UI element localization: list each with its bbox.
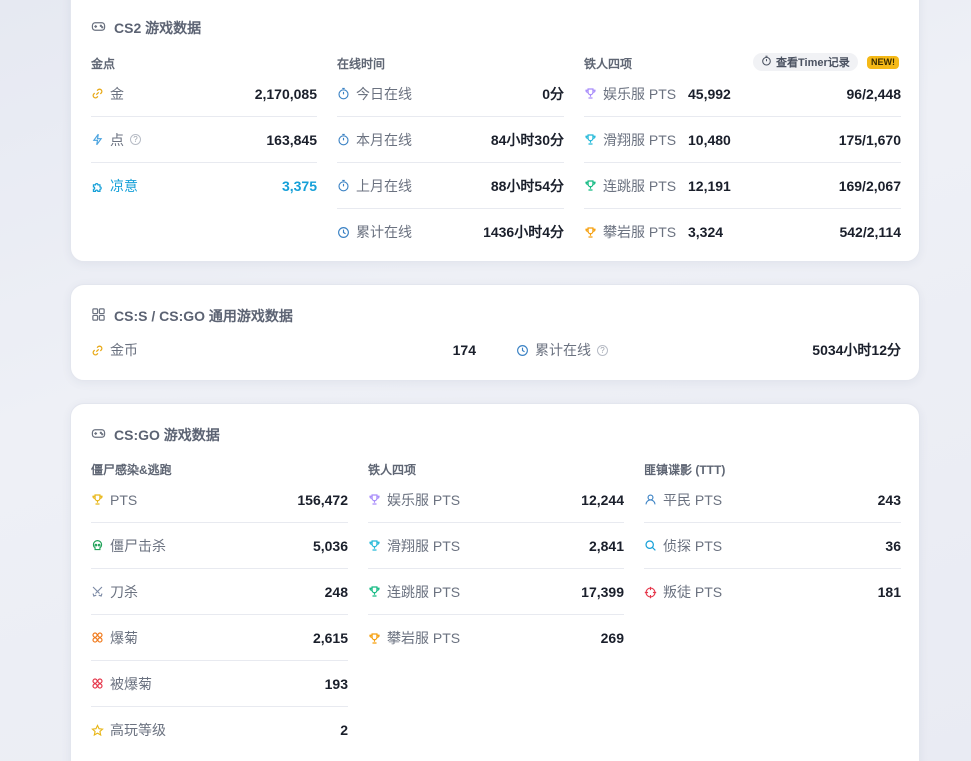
star-icon — [91, 723, 104, 737]
backstab-row: 爆菊 2,615 — [91, 615, 348, 661]
iron-row-bhop: 连跳服 PTS 12,191 169/2,067 — [584, 163, 901, 209]
csgo-stats-card: CS:GO 游戏数据 僵尸感染&逃跑 PTS 156,472 僵尸击杀 5,03… — [70, 403, 920, 761]
ttt-traitor-row: 叛徒 PTS 181 — [644, 569, 901, 615]
csgo-iron-row-climb: 攀岩服 PTS 269 — [368, 615, 624, 661]
csgo-iron-row-bhop: 连跳服 PTS 17,399 — [368, 569, 624, 615]
trophy-icon — [368, 493, 381, 506]
trophy-icon — [584, 179, 597, 192]
help-icon[interactable]: ? — [597, 344, 608, 356]
today-online-row: 今日在线 0分 — [337, 71, 564, 117]
iron-section-header: 铁人四项 — [584, 57, 633, 71]
trophy-icon — [91, 493, 104, 506]
stopwatch-icon — [337, 133, 350, 146]
crossed-swords-icon — [91, 585, 104, 598]
clock-icon — [516, 344, 529, 357]
backstabbed-row: 被爆菊 193 — [91, 661, 348, 707]
clock-icon — [337, 226, 350, 239]
crosshair-icon — [644, 586, 657, 599]
css-card-title: CS:S / CS:GO 通用游戏数据 — [91, 306, 293, 326]
trophy-icon — [368, 632, 381, 645]
csgo-card-title: CS:GO 游戏数据 — [91, 425, 220, 445]
skull-icon — [91, 539, 104, 552]
gold-section-header: 金点 — [91, 57, 116, 71]
online-section-header: 在线时间 — [337, 57, 386, 71]
gold-row: 金 2,170,085 — [91, 71, 317, 117]
help-icon[interactable]: ? — [130, 134, 141, 145]
cs2-stats-card: CS2 游戏数据 金点 金 2,170,085 点 ? 163,845 凉意 3… — [70, 0, 920, 262]
total-online-row: 累计在线 1436小时4分 — [337, 209, 564, 255]
lightning-icon — [91, 133, 104, 146]
grid-icon — [91, 307, 106, 325]
link-icon — [91, 344, 104, 357]
coins-row: 金币 174 — [91, 327, 476, 373]
search-icon — [644, 539, 657, 552]
css-csgo-common-card: CS:S / CS:GO 通用游戏数据 金币 174 累计在线 ? 5034小时… — [70, 284, 920, 381]
coolness-row: 凉意 3,375 — [91, 163, 317, 209]
puzzle-icon — [91, 180, 104, 193]
flower-icon — [91, 677, 104, 690]
ttt-civilian-row: 平民 PTS 243 — [644, 477, 901, 523]
iron-row-climb: 攀岩服 PTS 3,324 542/2,114 — [584, 209, 901, 255]
zombie-pts-row: PTS 156,472 — [91, 477, 348, 523]
user-icon — [644, 493, 657, 506]
stopwatch-icon — [337, 179, 350, 192]
trophy-icon — [368, 585, 381, 598]
zombie-kills-row: 僵尸击杀 5,036 — [91, 523, 348, 569]
new-badge: NEW! — [867, 56, 899, 69]
points-value: 163,845 — [266, 131, 317, 148]
coolness-value: 3,375 — [281, 178, 317, 194]
view-timer-records-button[interactable]: 查看Timer记录 — [753, 53, 858, 71]
player-level-row: 高玩等级 2 — [91, 707, 348, 753]
css-total-online-row: 累计在线 ? 5034小时12分 — [516, 327, 901, 373]
cs2-card-title: CS2 游戏数据 — [91, 18, 201, 38]
stopwatch-icon — [337, 87, 350, 100]
trophy-icon — [584, 133, 597, 146]
csgo-iron-row-fun: 娱乐服 PTS 12,244 — [368, 477, 624, 523]
csgo-iron-row-glide: 滑翔服 PTS 2,841 — [368, 523, 624, 569]
iron-row-glide: 滑翔服 PTS 10,480 175/1,670 — [584, 117, 901, 163]
gold-value: 2,170,085 — [254, 85, 317, 102]
points-row: 点 ? 163,845 — [91, 117, 317, 163]
trophy-icon — [584, 226, 597, 239]
link-icon — [91, 87, 104, 100]
iron-row-fun: 娱乐服 PTS 45,992 96/2,448 — [584, 71, 901, 117]
ttt-detective-row: 侦探 PTS 36 — [644, 523, 901, 569]
gamepad-icon — [91, 426, 106, 444]
ttt-section-header: 匪镇谍影 (TTT) — [644, 463, 726, 477]
flower-icon — [91, 631, 104, 644]
knife-kills-row: 刀杀 248 — [91, 569, 348, 615]
stopwatch-icon — [761, 55, 772, 69]
month-online-row: 本月在线 84小时30分 — [337, 117, 564, 163]
zombie-section-header: 僵尸感染&逃跑 — [91, 463, 172, 477]
csgo-iron-section-header: 铁人四项 — [368, 463, 417, 477]
trophy-icon — [368, 539, 381, 552]
gamepad-icon — [91, 19, 106, 37]
trophy-icon — [584, 87, 597, 100]
last-month-online-row: 上月在线 88小时54分 — [337, 163, 564, 209]
